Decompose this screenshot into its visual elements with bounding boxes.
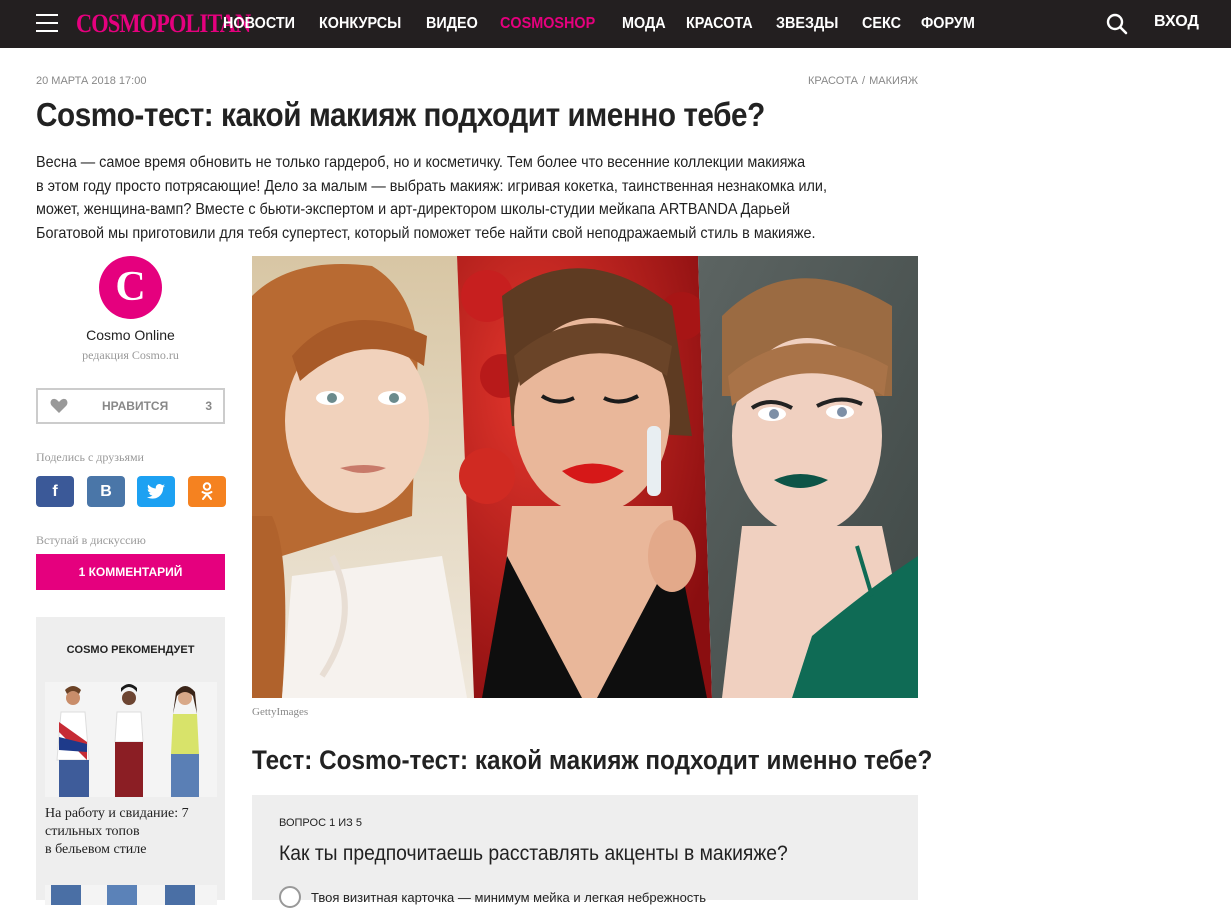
- facebook-share-button[interactable]: f: [36, 476, 74, 507]
- twitter-share-button[interactable]: [137, 476, 175, 507]
- menu-icon[interactable]: [36, 14, 58, 32]
- vk-icon: B: [100, 483, 112, 500]
- author-name[interactable]: Cosmo Online: [36, 327, 225, 343]
- article-title: Cosmo-тест: какой макияж подходит именно…: [36, 96, 765, 133]
- author-role: редакция Cosmo.ru: [82, 348, 179, 362]
- test-title: Тест: Cosmo-тест: какой макияж подходит …: [252, 745, 933, 775]
- answer-option[interactable]: Твоя визитная карточка — минимум мейка и…: [279, 886, 706, 908]
- like-button[interactable]: НРАВИТСЯ 3: [36, 388, 225, 424]
- recommend-item-line: На работу и свидание: 7: [45, 806, 189, 821]
- question-counter: ВОПРОС 1 ИЗ 5: [279, 817, 362, 829]
- recommend-image-next[interactable]: [45, 885, 217, 905]
- recommend-title: COSMO РЕКОМЕНДУЕТ: [66, 644, 195, 656]
- lead-line: в этом году просто потрясающие! Дело за …: [36, 177, 827, 195]
- image-credit: GettyImages: [252, 706, 309, 718]
- article-hero-image: [252, 256, 918, 698]
- heart-icon: [50, 398, 68, 413]
- recommend-photo-next: [45, 885, 217, 905]
- article-date: 20 МАРТА 2018 17:00: [36, 75, 147, 87]
- quiz-card: ВОПРОС 1 ИЗ 5 Как ты предпочитаешь расст…: [252, 795, 918, 908]
- lead-line: Весна — самое время обновить не только г…: [36, 154, 806, 171]
- answer-radio[interactable]: [279, 886, 301, 908]
- vk-share-button[interactable]: B: [87, 476, 125, 507]
- breadcrumb-separator: /: [862, 75, 866, 87]
- nav-beauty[interactable]: КРАСОТА: [686, 15, 753, 33]
- recommend-photo: [45, 682, 217, 797]
- facebook-icon: f: [52, 483, 58, 500]
- recommend-image[interactable]: [45, 682, 217, 797]
- nav-forum[interactable]: ФОРУМ: [921, 15, 975, 33]
- lead-line: может, женщина-вамп? Вместе с бьюти-эксп…: [36, 201, 790, 218]
- author-avatar[interactable]: C: [99, 256, 162, 319]
- lead-line: Богатовой мы приготовили для тебя суперт…: [36, 224, 816, 242]
- nav-cosmoshop[interactable]: COSMOSHOP: [500, 15, 595, 33]
- breadcrumb-makeup[interactable]: МАКИЯЖ: [869, 75, 918, 87]
- ok-share-button[interactable]: [188, 476, 226, 507]
- nav-news[interactable]: НОВОСТИ: [223, 15, 295, 33]
- breadcrumb: КРАСОТА / МАКИЯЖ: [808, 75, 918, 87]
- login-button[interactable]: ВХОД: [1154, 13, 1199, 31]
- nav-video[interactable]: ВИДЕО: [426, 15, 478, 33]
- comments-button[interactable]: 1 КОММЕНТАРИЙ: [36, 554, 225, 590]
- nav-sex[interactable]: СЕКС: [862, 15, 901, 33]
- discussion-label: Вступай в дискуссию: [36, 533, 146, 547]
- recommend-item-line: в бельевом стиле: [45, 842, 147, 857]
- breadcrumb-beauty[interactable]: КРАСОТА: [808, 75, 858, 87]
- share-label: Поделись с друзьями: [36, 450, 144, 464]
- question-text: Как ты предпочитаешь расставлять акценты…: [279, 842, 788, 865]
- odnoklassniki-icon: [201, 482, 213, 500]
- top-navigation-bar: COSMOPOLITAN НОВОСТИ КОНКУРСЫ ВИДЕО COSM…: [0, 0, 1231, 48]
- answer-option-text: Твоя визитная карточка — минимум мейка и…: [311, 889, 707, 905]
- nav-contests[interactable]: КОНКУРСЫ: [319, 15, 401, 33]
- hero-photo-collage: [252, 256, 918, 698]
- article-lead: Весна — самое время обновить не только г…: [36, 151, 846, 245]
- twitter-icon: [147, 484, 165, 499]
- nav-stars[interactable]: ЗВЕЗДЫ: [776, 15, 838, 33]
- recommend-block: COSMO РЕКОМЕНДУЕТ На работу и свидание: …: [36, 617, 225, 905]
- main-nav: НОВОСТИ КОНКУРСЫ ВИДЕО COSMOSHOP МОДА КР…: [223, 0, 997, 48]
- recommend-item-line: стильных топов: [45, 824, 140, 839]
- like-count: 3: [205, 399, 212, 413]
- nav-fashion[interactable]: МОДА: [622, 15, 666, 33]
- recommend-item-link[interactable]: На работу и свидание: 7 стильных топов в…: [45, 805, 217, 859]
- search-icon[interactable]: [1106, 13, 1128, 35]
- like-label: НРАВИТСЯ: [102, 399, 169, 413]
